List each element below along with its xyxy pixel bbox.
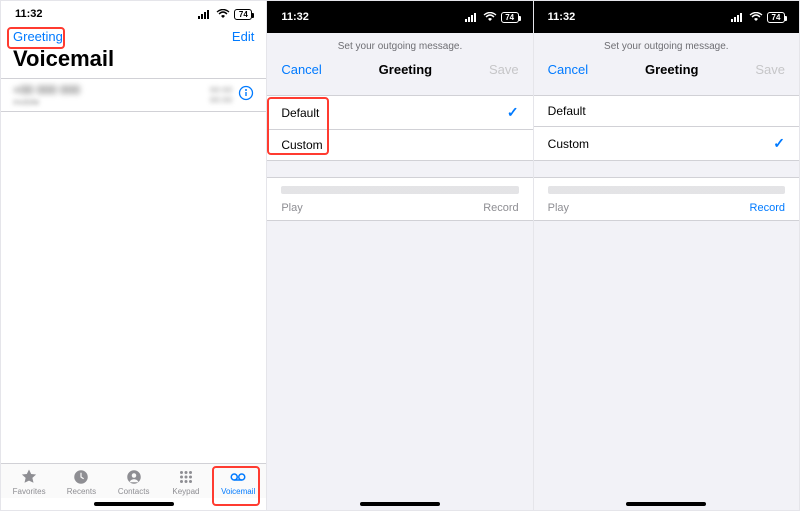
- checkmark-icon: ✓: [507, 104, 519, 121]
- save-button[interactable]: Save: [489, 62, 519, 77]
- status-time: 11:32: [281, 11, 309, 23]
- sheet-note: Set your outgoing message.: [534, 33, 799, 56]
- greeting-options-group: Default Custom ✓: [534, 95, 799, 161]
- home-indicator[interactable]: [1, 498, 266, 510]
- wifi-icon: [216, 9, 230, 19]
- tab-bar: Favorites Recents Contacts Keypad Voicem…: [1, 463, 266, 498]
- sheet-title: Greeting: [379, 62, 432, 77]
- record-button[interactable]: Record: [483, 202, 518, 214]
- sheet-nav: Cancel Greeting Save: [267, 56, 532, 87]
- recording-block: Play Record: [534, 177, 799, 221]
- status-right-cluster: 74: [731, 12, 785, 23]
- greeting-sheet: Set your outgoing message. Cancel Greeti…: [534, 33, 799, 510]
- cancel-button[interactable]: Cancel: [281, 62, 321, 77]
- cancel-button[interactable]: Cancel: [548, 62, 588, 77]
- wifi-icon: [483, 12, 497, 22]
- tab-recents[interactable]: Recents: [55, 468, 107, 496]
- play-button[interactable]: Play: [281, 202, 302, 214]
- status-time: 11:32: [15, 8, 43, 20]
- home-indicator[interactable]: [267, 498, 532, 510]
- save-button[interactable]: Save: [755, 62, 785, 77]
- status-right-cluster: 74: [465, 12, 519, 23]
- voicemail-caller-blurred: +00 000 000 mobile: [13, 83, 80, 107]
- battery-icon: 74: [767, 12, 785, 23]
- status-bar: 11:32 74: [267, 1, 532, 27]
- checkmark-icon: ✓: [773, 135, 785, 152]
- option-label: Custom: [281, 138, 322, 152]
- signal-icon: [465, 12, 479, 22]
- person-icon: [125, 468, 143, 486]
- waveform-placeholder: [281, 186, 518, 194]
- three-phone-layout: 11:32 74 Greeting Edit Voicemail +00 000…: [0, 0, 800, 511]
- battery-icon: 74: [501, 12, 519, 23]
- option-custom[interactable]: Custom: [267, 130, 532, 160]
- tab-voicemail[interactable]: Voicemail: [212, 468, 264, 496]
- home-indicator[interactable]: [534, 498, 799, 510]
- record-button[interactable]: Record: [750, 202, 785, 214]
- sheet-title: Greeting: [645, 62, 698, 77]
- play-button[interactable]: Play: [548, 202, 569, 214]
- greeting-options-group: Default ✓ Custom: [267, 95, 532, 161]
- tab-label: Contacts: [118, 487, 150, 496]
- battery-icon: 74: [234, 9, 252, 20]
- option-default[interactable]: Default: [534, 96, 799, 127]
- option-label: Default: [548, 104, 586, 118]
- option-default[interactable]: Default ✓: [267, 96, 532, 130]
- status-time: 11:32: [548, 11, 576, 23]
- signal-icon: [731, 12, 745, 22]
- option-custom[interactable]: Custom ✓: [534, 127, 799, 160]
- option-label: Custom: [548, 137, 589, 151]
- phone-screen-greeting-custom: 11:32 74 Set your outgoing message. Canc…: [534, 1, 799, 510]
- edit-link[interactable]: Edit: [232, 29, 254, 44]
- tab-label: Keypad: [172, 487, 199, 496]
- star-icon: [20, 468, 38, 486]
- sheet-nav: Cancel Greeting Save: [534, 56, 799, 87]
- recording-block: Play Record: [267, 177, 532, 221]
- phone-screen-greeting-default: 11:32 74 Set your outgoing message. Canc…: [267, 1, 533, 510]
- voicemail-nav: Greeting Edit: [1, 23, 266, 46]
- status-bar: 11:32 74: [1, 1, 266, 23]
- voicemail-row-right: 00:00 00:00: [210, 85, 255, 106]
- option-label: Default: [281, 106, 319, 120]
- greeting-link[interactable]: Greeting: [13, 29, 63, 44]
- tab-label: Recents: [67, 487, 96, 496]
- wifi-icon: [749, 12, 763, 22]
- phone-screen-voicemail: 11:32 74 Greeting Edit Voicemail +00 000…: [1, 1, 267, 510]
- waveform-placeholder: [548, 186, 785, 194]
- keypad-icon: [177, 468, 195, 486]
- voicemail-icon: [229, 468, 247, 486]
- info-icon[interactable]: [238, 85, 254, 106]
- status-bar: 11:32 74: [534, 1, 799, 27]
- tab-favorites[interactable]: Favorites: [3, 468, 55, 496]
- status-right-cluster: 74: [198, 9, 252, 20]
- tab-label: Favorites: [13, 487, 46, 496]
- tab-keypad[interactable]: Keypad: [160, 468, 212, 496]
- signal-icon: [198, 9, 212, 19]
- sheet-note: Set your outgoing message.: [267, 33, 532, 56]
- clock-icon: [72, 468, 90, 486]
- greeting-sheet: Set your outgoing message. Cancel Greeti…: [267, 33, 532, 510]
- voicemail-entry-row[interactable]: +00 000 000 mobile 00:00 00:00: [1, 78, 266, 112]
- tab-contacts[interactable]: Contacts: [108, 468, 160, 496]
- page-title: Voicemail: [1, 46, 266, 78]
- tab-label: Voicemail: [221, 487, 255, 496]
